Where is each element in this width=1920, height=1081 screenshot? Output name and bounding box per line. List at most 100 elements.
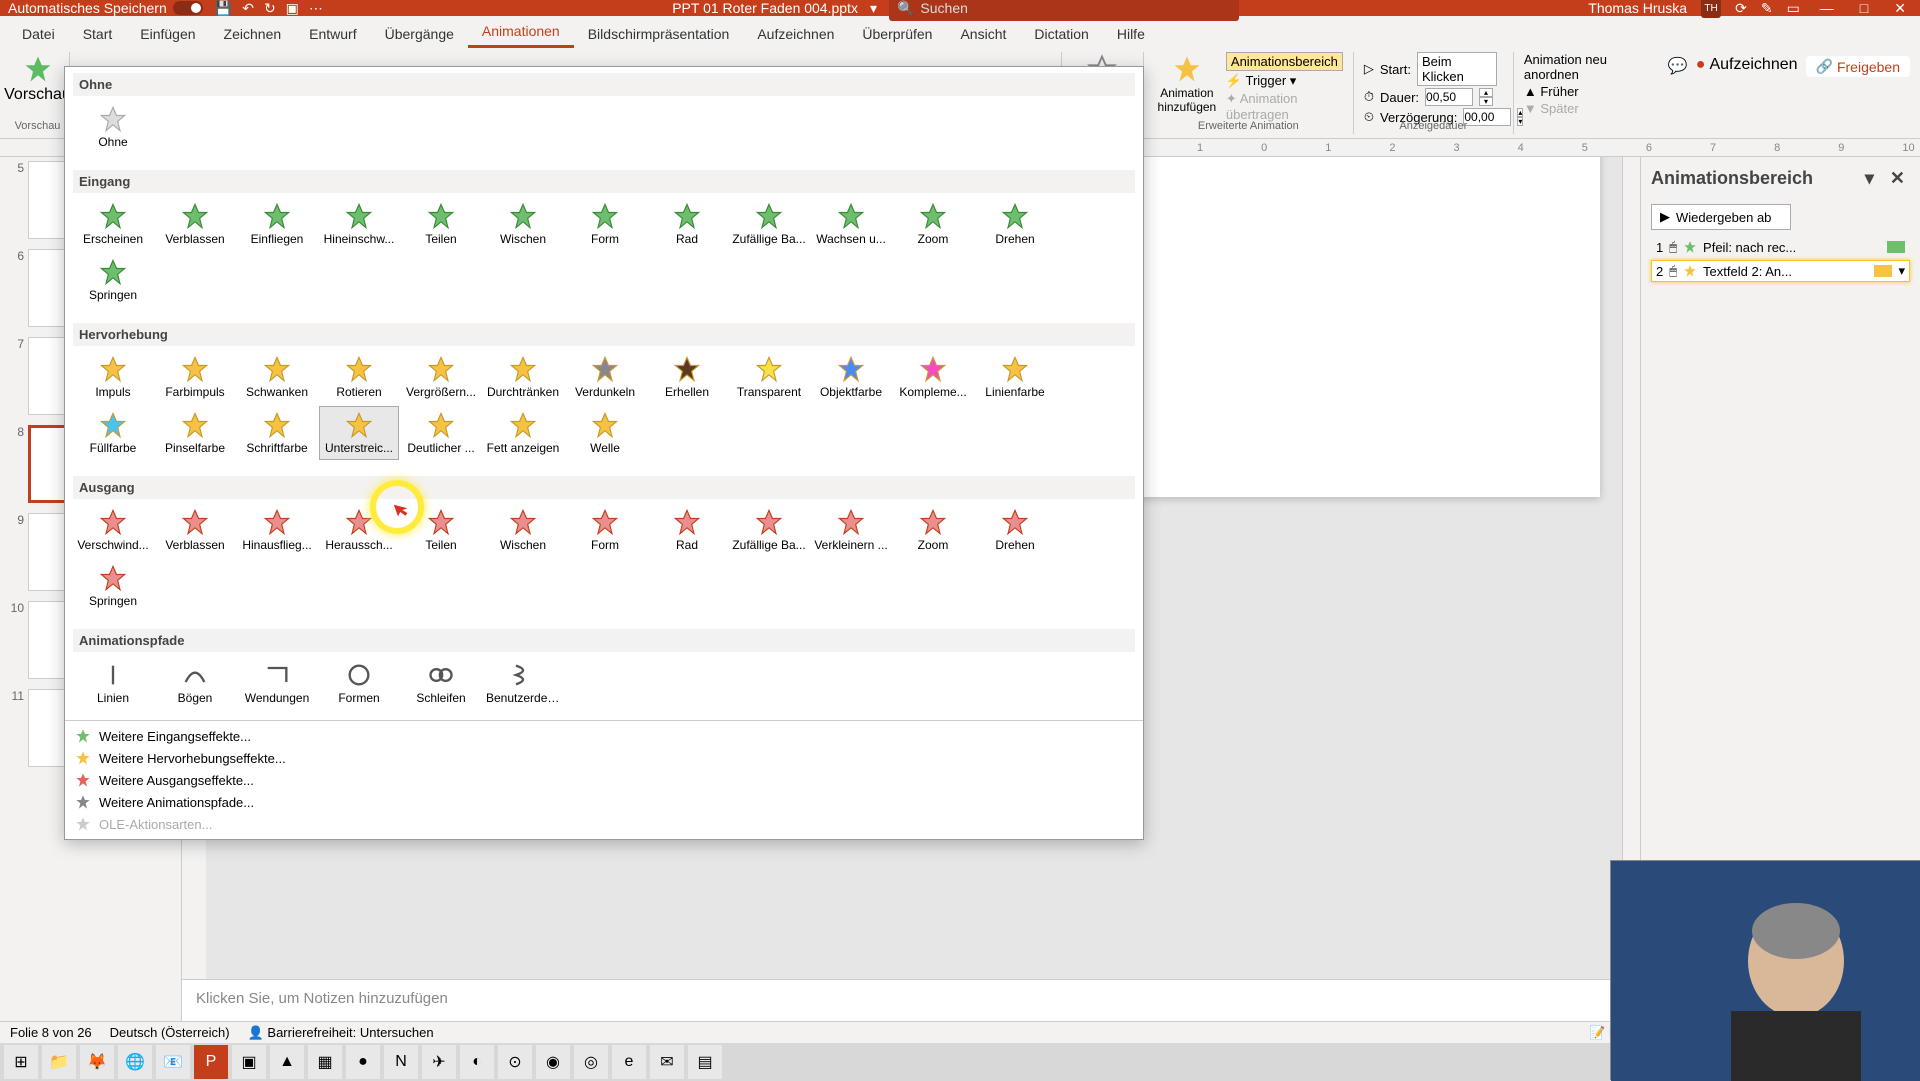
- app-icon[interactable]: ◐: [460, 1045, 494, 1079]
- anim-eingang-Erscheinen[interactable]: Erscheinen: [73, 197, 153, 251]
- slide-count[interactable]: Folie 8 von 26: [10, 1025, 92, 1040]
- trigger-button[interactable]: ⚡ Trigger ▾: [1226, 73, 1343, 89]
- anim-ausgang-Verblassen[interactable]: Verblassen: [155, 503, 235, 557]
- anim-eingang-Rad[interactable]: Rad: [647, 197, 727, 251]
- tab-hilfe[interactable]: Hilfe: [1103, 20, 1159, 48]
- anim-hervor-Erhellen[interactable]: Erhellen: [647, 350, 727, 404]
- app-icon[interactable]: ⊙: [498, 1045, 532, 1079]
- edge-icon[interactable]: e: [612, 1045, 646, 1079]
- comments-icon[interactable]: 💬: [1668, 56, 1688, 76]
- tab-übergänge[interactable]: Übergänge: [371, 20, 468, 48]
- anim-hervor-Rotieren[interactable]: Rotieren: [319, 350, 399, 404]
- ribbon-opts-icon[interactable]: ▭: [1787, 0, 1800, 17]
- anim-pfad-Schleifen[interactable]: Schleifen: [401, 656, 481, 710]
- gallery-link[interactable]: Weitere Ausgangseffekte...: [65, 769, 1143, 791]
- anim-hervor-Deutlicher ...[interactable]: Deutlicher ...: [401, 406, 481, 460]
- app-icon[interactable]: ▦: [308, 1045, 342, 1079]
- anim-ohne[interactable]: Ohne: [73, 100, 153, 154]
- anim-hervor-Schwanken[interactable]: Schwanken: [237, 350, 317, 404]
- tab-datei[interactable]: Datei: [8, 20, 69, 48]
- app-icon[interactable]: ◉: [536, 1045, 570, 1079]
- tab-start[interactable]: Start: [69, 20, 127, 48]
- anim-hervor-Welle[interactable]: Welle: [565, 406, 645, 460]
- freigeben-button[interactable]: 🔗 Freigeben: [1806, 56, 1910, 77]
- scrollbar[interactable]: [1622, 157, 1640, 979]
- anim-ausgang-Verschwind...[interactable]: Verschwind...: [73, 503, 153, 557]
- anim-ausgang-Wischen[interactable]: Wischen: [483, 503, 563, 557]
- app-icon[interactable]: ✉: [650, 1045, 684, 1079]
- close-pane-button[interactable]: ✕: [1885, 165, 1910, 192]
- tab-einfügen[interactable]: Einfügen: [126, 20, 209, 48]
- onenote-icon[interactable]: N: [384, 1045, 418, 1079]
- tab-zeichnen[interactable]: Zeichnen: [210, 20, 296, 48]
- collapse-button[interactable]: ▾: [1860, 165, 1879, 192]
- firefox-icon[interactable]: 🦊: [80, 1045, 114, 1079]
- more-icon[interactable]: ⋯: [309, 0, 323, 17]
- draw-icon[interactable]: ✎: [1761, 0, 1773, 17]
- frueher-button[interactable]: ▲ Früher: [1524, 84, 1654, 99]
- gallery-link[interactable]: Weitere Eingangseffekte...: [65, 725, 1143, 747]
- anim-hervor-Objektfarbe[interactable]: Objektfarbe: [811, 350, 891, 404]
- anim-ausgang-Springen[interactable]: Springen: [73, 559, 153, 613]
- anim-item-1[interactable]: 1🖱Pfeil: nach rec...: [1651, 236, 1910, 258]
- aufzeichnen-button[interactable]: ●Aufzeichnen: [1696, 56, 1798, 74]
- anim-item-2[interactable]: 2🖱Textfeld 2: An...▾: [1651, 260, 1910, 282]
- spinner[interactable]: ▴▾: [1479, 88, 1493, 106]
- telegram-icon[interactable]: ✈: [422, 1045, 456, 1079]
- anim-hervor-Kompleme...[interactable]: Kompleme...: [893, 350, 973, 404]
- toggle-icon[interactable]: [173, 1, 203, 15]
- gallery-link[interactable]: Weitere Animationspfade...: [65, 791, 1143, 813]
- tab-animationen[interactable]: Animationen: [468, 17, 574, 48]
- redo-icon[interactable]: ↻: [264, 0, 276, 17]
- present-icon[interactable]: ▣: [286, 0, 299, 17]
- anim-eingang-Wachsen u...[interactable]: Wachsen u...: [811, 197, 891, 251]
- vlc-icon[interactable]: ▲: [270, 1045, 304, 1079]
- tab-bildschirmpräsentation[interactable]: Bildschirmpräsentation: [574, 20, 744, 48]
- anim-pfad-Benutzerdef...[interactable]: Benutzerdef...: [483, 656, 563, 710]
- notes-pane[interactable]: Klicken Sie, um Notizen hinzuzufügen: [182, 979, 1640, 1021]
- app-icon[interactable]: ▣: [232, 1045, 266, 1079]
- anim-hervor-Unterstreic...[interactable]: Unterstreic...: [319, 406, 399, 460]
- anim-pfad-Wendungen[interactable]: Wendungen: [237, 656, 317, 710]
- explorer-icon[interactable]: 📁: [42, 1045, 76, 1079]
- anim-ausgang-Zoom[interactable]: Zoom: [893, 503, 973, 557]
- dauer-input[interactable]: [1425, 88, 1473, 106]
- tab-aufzeichnen[interactable]: Aufzeichnen: [743, 20, 848, 48]
- anim-hervor-Farbimpuls[interactable]: Farbimpuls: [155, 350, 235, 404]
- anim-hervor-Impuls[interactable]: Impuls: [73, 350, 153, 404]
- anim-eingang-Verblassen[interactable]: Verblassen: [155, 197, 235, 251]
- maximize-button[interactable]: □: [1854, 0, 1874, 16]
- anim-ausgang-Zufällige Ba...[interactable]: Zufällige Ba...: [729, 503, 809, 557]
- minimize-button[interactable]: —: [1814, 0, 1840, 16]
- save-icon[interactable]: 💾: [215, 0, 232, 17]
- undo-icon[interactable]: ↶: [242, 0, 254, 17]
- chevron-down-icon[interactable]: ▾: [870, 0, 877, 17]
- avatar[interactable]: TH: [1701, 0, 1721, 18]
- anim-hervor-Schriftfarbe[interactable]: Schriftfarbe: [237, 406, 317, 460]
- anim-hervor-Füllfarbe[interactable]: Füllfarbe: [73, 406, 153, 460]
- anim-eingang-Form[interactable]: Form: [565, 197, 645, 251]
- anim-hervor-Vergrößern...[interactable]: Vergrößern...: [401, 350, 481, 404]
- tab-dictation[interactable]: Dictation: [1020, 20, 1102, 48]
- anim-pfad-Formen[interactable]: Formen: [319, 656, 399, 710]
- powerpoint-icon[interactable]: P: [194, 1045, 228, 1079]
- anim-eingang-Zoom[interactable]: Zoom: [893, 197, 973, 251]
- sync-icon[interactable]: ⟳: [1735, 0, 1747, 17]
- gallery-link[interactable]: Weitere Hervorhebungseffekte...: [65, 747, 1143, 769]
- anim-eingang-Hineinschw...[interactable]: Hineinschw...: [319, 197, 399, 251]
- accessibility[interactable]: 👤 Barrierefreiheit: Untersuchen: [248, 1025, 434, 1041]
- outlook-icon[interactable]: 📧: [156, 1045, 190, 1079]
- anim-hervor-Durchtränken[interactable]: Durchtränken: [483, 350, 563, 404]
- vorschau-button[interactable]: Vorschau: [16, 52, 59, 106]
- close-button[interactable]: ✕: [1888, 0, 1912, 17]
- animationsbereich-button[interactable]: Animationsbereich: [1226, 52, 1343, 71]
- anim-ausgang-Hinausflieg...[interactable]: Hinausflieg...: [237, 503, 317, 557]
- anim-ausgang-Heraussch...[interactable]: Heraussch...: [319, 503, 399, 557]
- anim-eingang-Teilen[interactable]: Teilen: [401, 197, 481, 251]
- app-icon[interactable]: ◎: [574, 1045, 608, 1079]
- app-icon[interactable]: ●: [346, 1045, 380, 1079]
- filename[interactable]: PPT 01 Roter Faden 004.pptx: [672, 0, 858, 16]
- anim-pfad-Linien[interactable]: Linien: [73, 656, 153, 710]
- anim-hervor-Verdunkeln[interactable]: Verdunkeln: [565, 350, 645, 404]
- anim-ausgang-Drehen[interactable]: Drehen: [975, 503, 1055, 557]
